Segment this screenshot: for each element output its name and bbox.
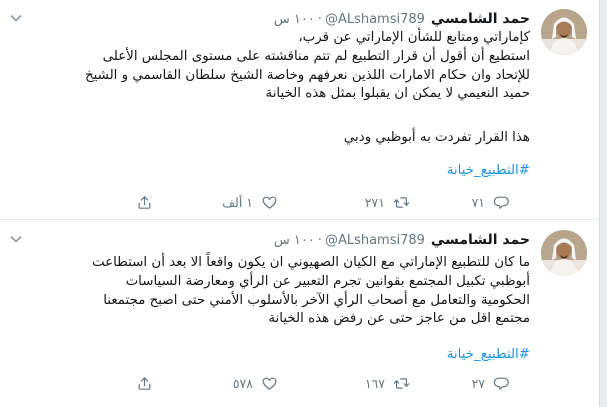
retweet-icon — [393, 194, 410, 211]
timestamp[interactable]: ١٠٠ س — [274, 12, 315, 27]
tweet-actions: ٢٧ ١٦٧ ٥٧٨ — [0, 373, 600, 393]
retweet-button[interactable]: ١٦٧ — [365, 373, 410, 393]
display-name[interactable]: حمد الشامسي — [431, 232, 530, 248]
separator-dot: · — [317, 11, 322, 27]
tweet-text-line: حميد النعيمي لا يمكن ان يقبلوا بمثل هذه … — [265, 86, 530, 102]
tweet-text-line: أبوظبي تكبيل المجتمع بقوانين تجرم التعبي… — [125, 273, 530, 289]
heart-icon — [261, 194, 278, 211]
retweet-count: ٢٧١ — [364, 194, 385, 210]
chevron-down-icon[interactable] — [8, 231, 24, 247]
tweet-text-line: كإماراتي ومتابع للشأن الإماراتي عن قرب، — [298, 30, 530, 45]
tweet-text-line: استطيع أن أقول أن قرار التطبيع لم تتم من… — [102, 48, 530, 64]
tweet-text-line — [30, 104, 530, 123]
reply-count: ٢٧ — [471, 375, 485, 391]
separator-dot: · — [317, 232, 322, 248]
reply-button[interactable]: ٢٧ — [472, 373, 510, 393]
reply-icon — [493, 194, 510, 211]
hashtag-link[interactable]: #التطبيع_خيانة — [447, 163, 530, 178]
tweet-text-line: هذا القرار تفردت به أبوظبي ودبي — [343, 129, 530, 145]
tweet-text: ما كان للتطبيع الإماراتي مع الكيان الصهي… — [30, 254, 530, 329]
tweet-header: حمد الشامسي @ALshamsi789 · ١٠٠ س — [274, 230, 530, 250]
avatar[interactable] — [541, 230, 587, 276]
timestamp[interactable]: ١٠٠ س — [274, 233, 315, 248]
timeline: حمد الشامسي @ALshamsi789 · ١٠٠ س كإمارات… — [0, 0, 600, 407]
tweet-text: كإماراتي ومتابع للشأن الإماراتي عن قرب، … — [30, 29, 530, 148]
hashtag-link[interactable]: #التطبيع_خيانة — [447, 347, 530, 362]
tweet-text-line: مجتمع اقل من عاجز حتى عن رفض هذه الخيانة — [268, 311, 530, 327]
share-icon — [136, 194, 153, 211]
retweet-button[interactable]: ٢٧١ — [365, 192, 410, 212]
username-handle[interactable]: @ALshamsi789 — [325, 12, 425, 27]
tweet-header: حمد الشامسي @ALshamsi789 · ١٠٠ س — [274, 9, 530, 29]
share-button[interactable] — [136, 373, 153, 393]
tweet[interactable]: حمد الشامسي @ALshamsi789 · ١٠٠ س كإمارات… — [0, 0, 600, 220]
chevron-down-icon[interactable] — [8, 10, 24, 26]
tweet-actions: ٧١ ٢٧١ ١ ألف — [0, 192, 600, 212]
heart-icon — [261, 375, 278, 392]
tweet-text-line: للإتحاد وان حكام الامارات اللذين نعرفهم … — [84, 67, 530, 83]
reply-icon — [493, 375, 510, 392]
avatar[interactable] — [541, 9, 587, 55]
like-button[interactable]: ١ ألف — [222, 192, 278, 212]
like-button[interactable]: ٥٧٨ — [233, 373, 278, 393]
display-name[interactable]: حمد الشامسي — [431, 11, 530, 27]
retweet-count: ١٦٧ — [364, 375, 385, 391]
like-count: ٥٧٨ — [232, 375, 253, 391]
share-icon — [136, 375, 153, 392]
retweet-icon — [393, 375, 410, 392]
tweet-text-line: الحكومية والتعامل مع أصحاب الرأي الآخر ب… — [103, 292, 530, 308]
reply-count: ٧١ — [471, 194, 485, 210]
share-button[interactable] — [136, 192, 153, 212]
tweet-text-line: ما كان للتطبيع الإماراتي مع الكيان الصهي… — [91, 255, 530, 270]
tweet[interactable]: حمد الشامسي @ALshamsi789 · ١٠٠ س ما كان … — [0, 221, 600, 407]
username-handle[interactable]: @ALshamsi789 — [325, 233, 425, 248]
like-count: ١ ألف — [222, 194, 253, 210]
reply-button[interactable]: ٧١ — [472, 192, 510, 212]
